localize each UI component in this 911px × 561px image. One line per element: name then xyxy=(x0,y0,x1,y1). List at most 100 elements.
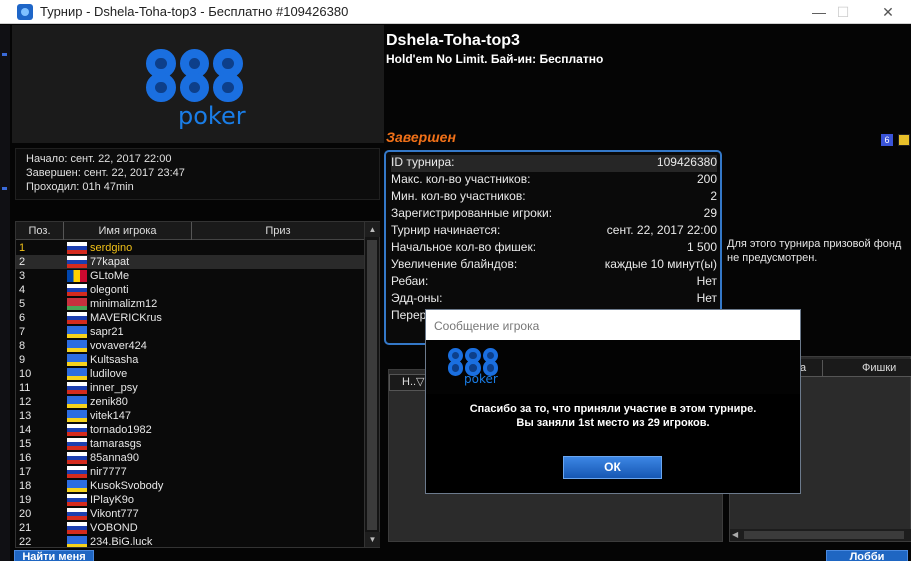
player-name: tamarasgs xyxy=(90,438,142,450)
player-row[interactable]: 4 olegonti xyxy=(16,283,364,297)
info-row: Ребаи: Нет xyxy=(391,274,717,291)
player-name: inner_psy xyxy=(90,382,138,394)
player-name: GLtoMe xyxy=(90,270,130,282)
chips-hscroll[interactable]: ◀ xyxy=(730,529,911,541)
player-row[interactable]: 20 Vikont777 xyxy=(16,507,364,521)
player-row[interactable]: 18 KusokSvobody xyxy=(16,479,364,493)
flag-ru-icon xyxy=(67,284,87,296)
maximize-icon[interactable]: ☐ xyxy=(820,0,866,24)
player-name: serdgino xyxy=(90,242,133,254)
player-row[interactable]: 16 85anna90 xyxy=(16,451,364,465)
logo-area: poker xyxy=(12,25,384,143)
dialog-logo-area: poker xyxy=(426,340,800,394)
player-row[interactable]: 21 VOBOND xyxy=(16,521,364,535)
info-row: Зарегистрированные игроки: 29 xyxy=(391,206,717,223)
player-name: MAVERICKrus xyxy=(90,312,162,324)
dialog-message-line2: Вы заняли 1st место из 29 игроков. xyxy=(516,417,710,429)
players-table: Поз. Имя игрока Приз 1 serdgino 2 77kapat 3 G… xyxy=(15,221,380,548)
ok-button[interactable]: ОК xyxy=(563,456,662,479)
scroll-down-icon[interactable]: ▼ xyxy=(365,532,380,547)
scroll-left-icon[interactable]: ◀ xyxy=(732,529,738,541)
tournament-name: Dshela-Toha-top3 xyxy=(386,32,520,49)
start-time: Начало: сент. 22, 2017 22:00 xyxy=(26,153,172,165)
dialog-message-line1: Спасибо за то, что приняли участие в это… xyxy=(469,403,757,415)
player-name: vovaver424 xyxy=(90,340,147,352)
end-time: Завершен: сент. 22, 2017 23:47 xyxy=(26,167,185,179)
player-row[interactable]: 1 serdgino xyxy=(16,241,364,255)
flag-ru-icon xyxy=(67,508,87,520)
player-name: Kultsasha xyxy=(90,354,139,366)
info-label: Ребаи: xyxy=(391,274,429,288)
info-label: Зарегистрированные игроки: xyxy=(391,206,553,220)
scroll-thumb[interactable] xyxy=(367,240,377,530)
player-name: Vikont777 xyxy=(90,508,139,520)
info-row: Эдд-оны: Нет xyxy=(391,291,717,308)
player-name: zenik80 xyxy=(90,396,128,408)
flag-ru-icon xyxy=(67,452,87,464)
players-scrollbar[interactable]: ▲ ▼ xyxy=(364,222,380,547)
player-row[interactable]: 14 tornado1982 xyxy=(16,423,364,437)
note-icon[interactable] xyxy=(898,134,910,146)
scroll-up-icon[interactable]: ▲ xyxy=(365,222,380,237)
player-position: 5 xyxy=(19,298,26,310)
player-row[interactable]: 15 tamarasgs xyxy=(16,437,364,451)
hscroll-thumb[interactable] xyxy=(744,531,904,539)
info-label: Турнир начинается: xyxy=(391,223,501,237)
player-row[interactable]: 11 inner_psy xyxy=(16,381,364,395)
player-position: 18 xyxy=(19,480,32,492)
flag-ru-icon xyxy=(67,382,87,394)
player-position: 19 xyxy=(19,494,32,506)
player-row[interactable]: 17 nir7777 xyxy=(16,465,364,479)
player-row[interactable]: 5 minimalizm12 xyxy=(16,297,364,311)
info-row: Начальное кол-во фишек: 1 500 xyxy=(391,240,717,257)
flag-ru-icon xyxy=(67,312,87,324)
player-row[interactable]: 2 77kapat xyxy=(16,255,364,269)
flag-ru-icon xyxy=(67,522,87,534)
player-row[interactable]: 12 zenik80 xyxy=(16,395,364,409)
player-row[interactable]: 3 GLtoMe xyxy=(16,269,364,283)
player-row[interactable]: 7 sapr21 xyxy=(16,325,364,339)
info-row: ID турнира: 109426380 xyxy=(391,155,717,172)
flag-ru-icon xyxy=(67,242,87,254)
flag-md-icon xyxy=(67,270,87,282)
player-position: 1 xyxy=(19,242,26,254)
player-position: 17 xyxy=(19,466,32,478)
logo-digit-8 xyxy=(177,49,213,103)
player-name: olegonti xyxy=(90,284,129,296)
player-rows: 1 serdgino 2 77kapat 3 GLtoMe 4 olegonti 5 minima… xyxy=(16,241,364,547)
close-icon[interactable]: ✕ xyxy=(865,0,911,24)
player-row[interactable]: 13 vitek147 xyxy=(16,409,364,423)
player-row[interactable]: 8 vovaver424 xyxy=(16,339,364,353)
info-icon[interactable]: 6 xyxy=(881,134,893,146)
player-row[interactable]: 22 234.BiG.luck xyxy=(16,535,364,547)
player-position: 11 xyxy=(19,382,31,394)
888-poker-logo xyxy=(143,49,246,103)
col-prize[interactable]: Приз xyxy=(192,222,364,240)
flag-ua-icon xyxy=(67,354,87,366)
info-value: 200 xyxy=(696,172,717,186)
window-title: Турнир - Dshela-Toha-top3 - Бесплатно #1… xyxy=(40,4,349,19)
info-label: Увеличение блайндов: xyxy=(391,257,518,271)
flag-ru-icon xyxy=(67,438,87,450)
player-row[interactable]: 10 ludilove xyxy=(16,367,364,381)
flag-ua-icon xyxy=(67,340,87,352)
info-row: Увеличение блайндов: каждые 10 минут(ы) xyxy=(391,257,717,274)
info-value: Нет xyxy=(696,274,717,288)
col-name[interactable]: Имя игрока xyxy=(64,222,192,240)
player-row[interactable]: 19 IPlayK9o xyxy=(16,493,364,507)
player-name: 85anna90 xyxy=(90,452,139,464)
player-name: nir7777 xyxy=(90,466,127,478)
logo-digit-8 xyxy=(143,49,179,103)
player-row[interactable]: 9 Kultsasha xyxy=(16,353,364,367)
col-chips[interactable]: Фишки xyxy=(862,359,896,377)
flag-ua-icon xyxy=(67,480,87,492)
player-name: tornado1982 xyxy=(90,424,152,436)
player-row[interactable]: 6 MAVERICKrus xyxy=(16,311,364,325)
logo-digit-8 xyxy=(210,49,246,103)
flag-ua-icon xyxy=(67,410,87,422)
lobby-button[interactable]: Лобби xyxy=(826,550,908,561)
player-name: ludilove xyxy=(90,368,128,380)
flag-ua-icon xyxy=(67,326,87,338)
col-pos[interactable]: Поз. xyxy=(16,222,64,240)
find-me-button[interactable]: Найти меня xyxy=(14,550,94,561)
